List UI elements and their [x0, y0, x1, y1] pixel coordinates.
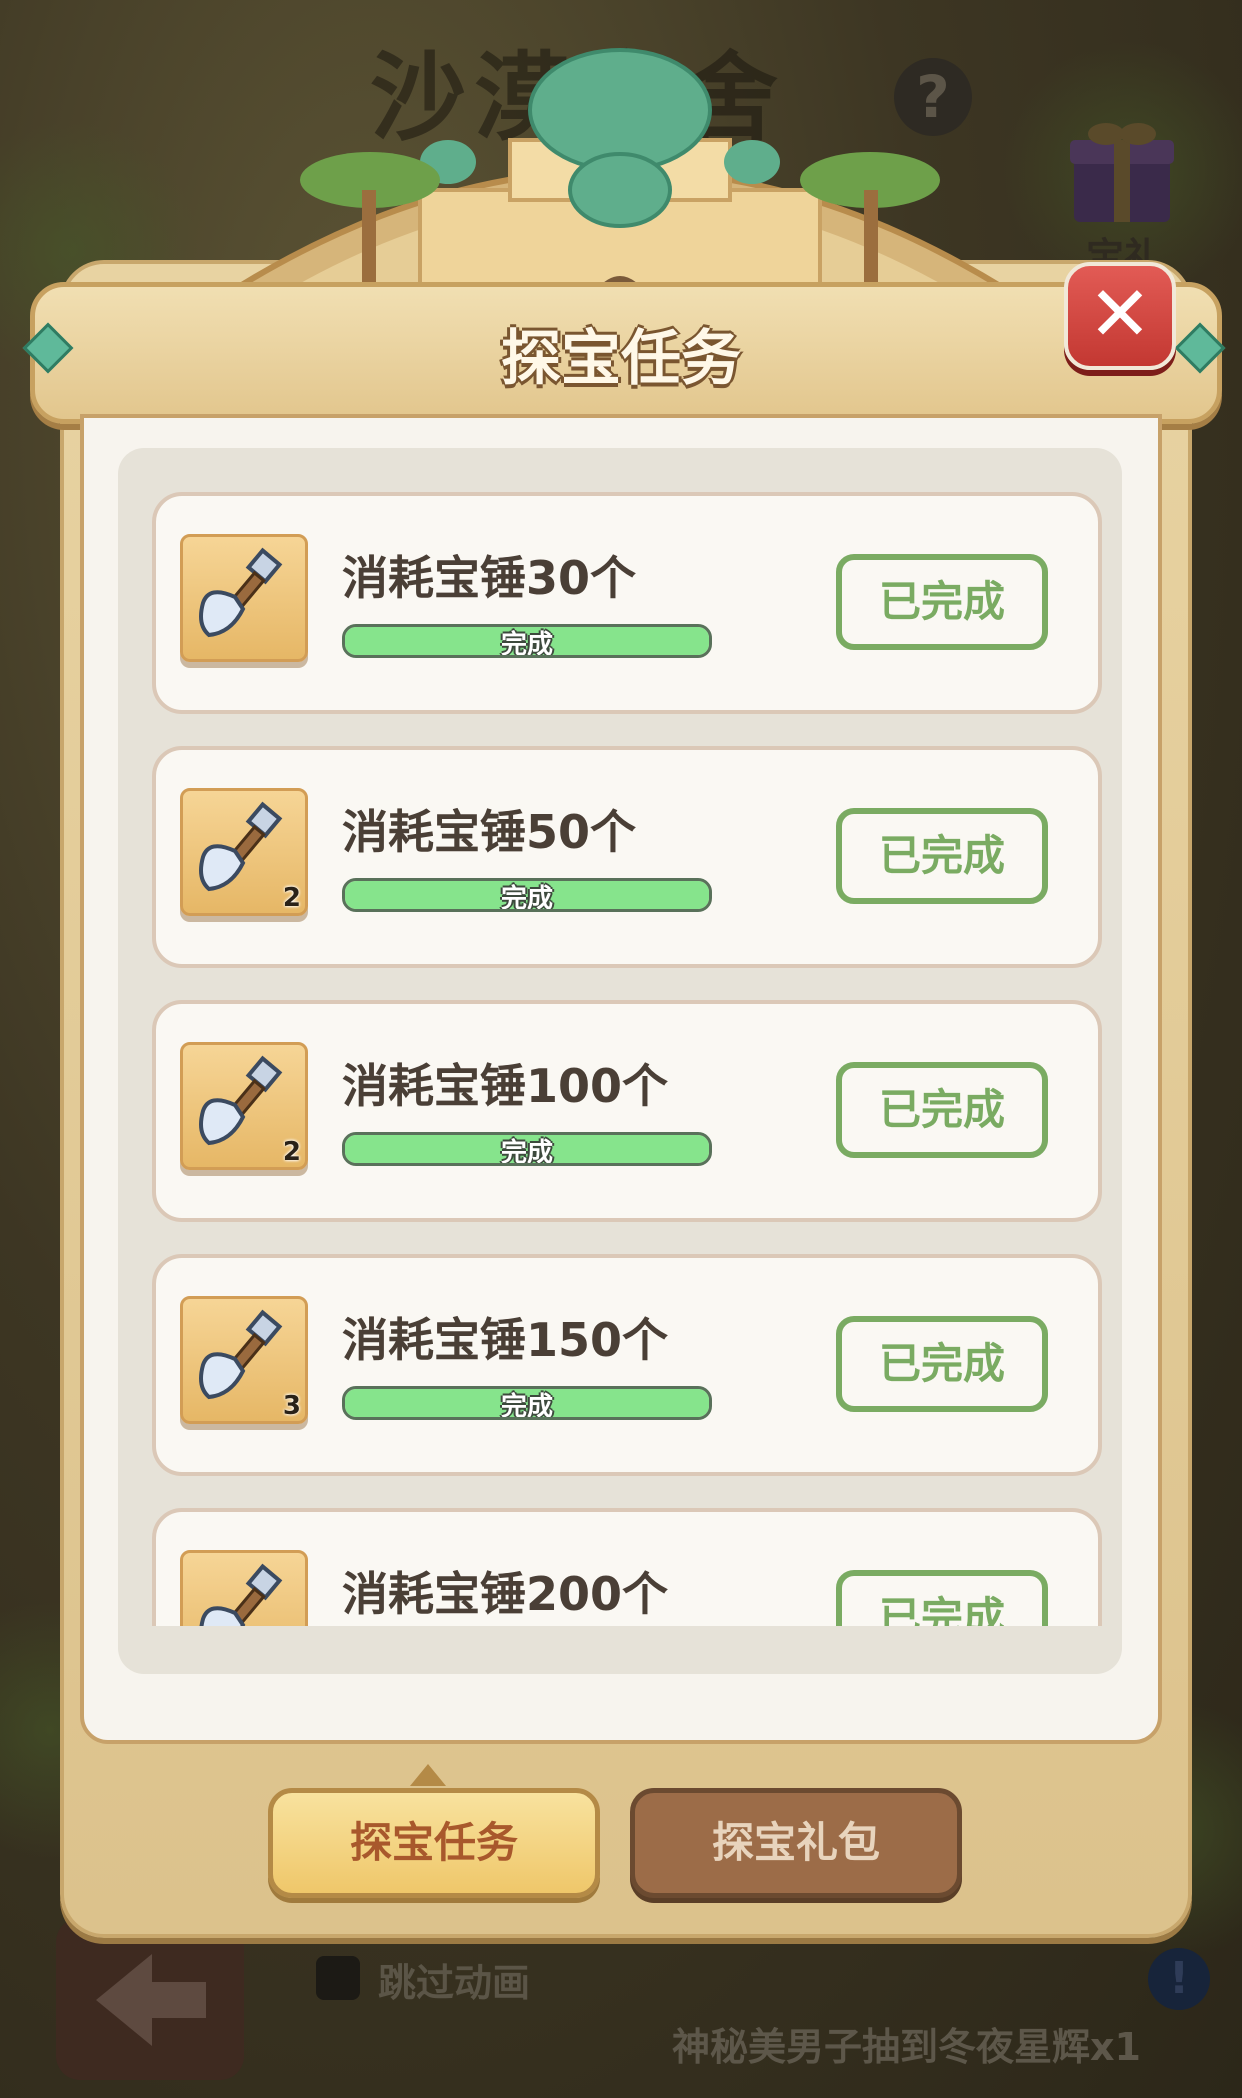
reward-item[interactable] — [180, 1550, 308, 1626]
task-row: 2 消耗宝锤100个 完成 已完成 — [152, 1000, 1102, 1222]
tab-treasure-gift-pack[interactable]: 探宝礼包 — [630, 1788, 962, 1898]
progress-bar: 完成 — [342, 878, 712, 912]
progress-bar: 完成 — [342, 624, 712, 658]
reward-item[interactable]: 2 — [180, 1042, 308, 1170]
completed-stamp: 已完成 — [836, 1062, 1048, 1158]
skip-animation-checkbox[interactable] — [316, 1956, 360, 2000]
skip-animation-label: 跳过动画 — [378, 1961, 531, 2005]
task-row: 2 消耗宝锤50个 完成 已完成 — [152, 746, 1102, 968]
back-button[interactable] — [56, 1918, 244, 2080]
task-title: 消耗宝锤100个 — [342, 1059, 669, 1113]
completed-stamp: 已完成 — [836, 1316, 1048, 1412]
ticker-message: 神秘美男子抽到冬夜星辉x1 — [672, 2025, 1141, 2069]
shovel-icon — [199, 1055, 283, 1146]
progress-label: 完成 — [500, 1138, 553, 1166]
completed-stamp: 已完成 — [836, 1570, 1048, 1626]
task-row: 3 消耗宝锤150个 完成 已完成 — [152, 1254, 1102, 1476]
active-tab-pointer — [410, 1764, 446, 1786]
shovel-icon — [199, 1309, 283, 1400]
task-row: 消耗宝锤200个 已完成 — [152, 1508, 1102, 1626]
task-title: 消耗宝锤150个 — [342, 1313, 669, 1367]
close-icon: ✕ — [1088, 269, 1152, 358]
reward-count: 2 — [282, 883, 301, 913]
completed-stamp: 已完成 — [836, 554, 1048, 650]
reward-item[interactable]: 3 — [180, 1296, 308, 1424]
task-title: 消耗宝锤30个 — [342, 551, 637, 605]
task-list[interactable]: 消耗宝锤30个 完成 已完成 2 消耗宝锤50个 完成 已完成 2 消耗宝锤10… — [152, 488, 1102, 1626]
task-title: 消耗宝锤50个 — [342, 805, 637, 859]
alert-icon[interactable]: ! — [1148, 1948, 1210, 2010]
progress-label: 完成 — [500, 1392, 553, 1420]
reward-count: 2 — [282, 1137, 301, 1167]
reward-item[interactable]: 2 — [180, 788, 308, 916]
shovel-icon — [199, 1563, 283, 1626]
reward-item[interactable] — [180, 534, 308, 662]
shovel-icon — [199, 801, 283, 892]
close-button[interactable]: ✕ — [1064, 262, 1176, 370]
task-row: 消耗宝锤30个 完成 已完成 — [152, 492, 1102, 714]
tab-treasure-tasks[interactable]: 探宝任务 — [268, 1788, 600, 1898]
progress-label: 完成 — [500, 630, 553, 658]
progress-bar: 完成 — [342, 1386, 712, 1420]
modal-title: 探宝任务 — [501, 324, 741, 394]
reward-count: 3 — [282, 1391, 301, 1421]
progress-bar: 完成 — [342, 1132, 712, 1166]
completed-stamp: 已完成 — [836, 808, 1048, 904]
task-title: 消耗宝锤200个 — [342, 1567, 669, 1621]
progress-label: 完成 — [500, 884, 553, 912]
back-arrow-icon — [96, 1954, 206, 2046]
shovel-icon — [199, 547, 283, 638]
